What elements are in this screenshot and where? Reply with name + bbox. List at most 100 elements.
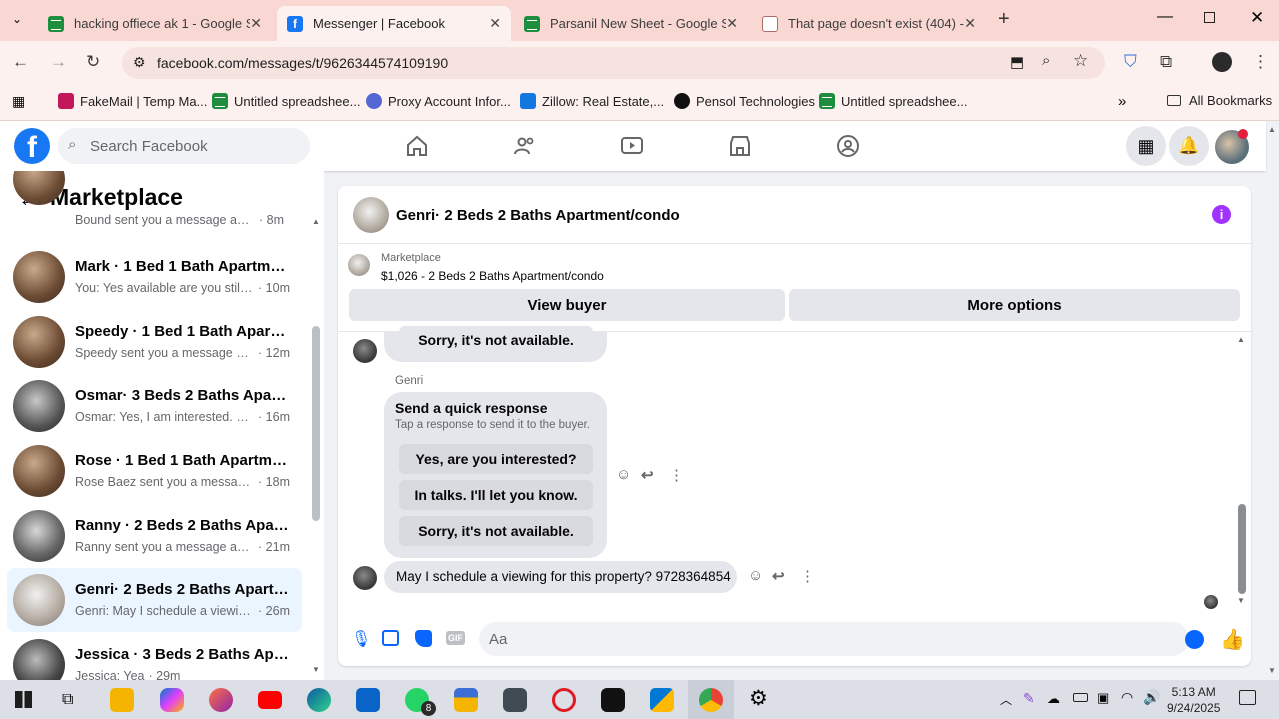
- more-icon[interactable]: ⋮: [800, 567, 815, 585]
- scroll-up-icon[interactable]: ▲: [1237, 335, 1245, 344]
- bookmark-fakemail[interactable]: FakeMail | Temp Ma...: [58, 93, 207, 109]
- bookmark-spreadsheet-2[interactable]: Untitled spreadshee...: [819, 93, 967, 109]
- close-icon[interactable]: ✕: [964, 15, 976, 32]
- scroll-down-icon[interactable]: ▼: [1237, 596, 1245, 605]
- page-scroll-down-icon[interactable]: ▼: [1268, 666, 1276, 675]
- menu-grid-button[interactable]: ▦: [1126, 126, 1166, 166]
- microphone-icon[interactable]: 🎙: [351, 629, 371, 649]
- conversation-item[interactable]: Bound sent you a message about ... · 8m: [7, 171, 302, 237]
- menu-icon[interactable]: ⋮: [1252, 52, 1269, 72]
- zoom-icon[interactable]: ⌕: [1042, 52, 1050, 69]
- conversation-item[interactable]: Ranny · 2 Beds 2 Baths Apartme... Ranny …: [7, 504, 302, 568]
- wifi-icon[interactable]: ◠: [1121, 689, 1133, 706]
- emoji-icon[interactable]: [1185, 630, 1204, 649]
- address-bar[interactable]: ⚙ facebook.com/messages/t/96263445741091…: [122, 47, 1105, 79]
- close-window-icon[interactable]: ✕: [1250, 8, 1264, 28]
- all-bookmarks-button[interactable]: All Bookmarks: [1167, 93, 1272, 108]
- onedrive-icon[interactable]: ☁: [1047, 691, 1060, 707]
- chat-listing-thumbnail[interactable]: [353, 197, 389, 233]
- reload-icon[interactable]: ↻: [86, 52, 100, 72]
- outlook-icon[interactable]: [356, 688, 380, 712]
- react-icon[interactable]: ☺: [616, 466, 631, 483]
- conversation-item-selected[interactable]: Genri· 2 Beds 2 Baths Apartmen... Genri:…: [7, 568, 302, 632]
- scroll-up-icon[interactable]: ▲: [312, 217, 320, 226]
- youtube-icon[interactable]: [258, 691, 282, 709]
- forward-icon[interactable]: →: [50, 52, 67, 72]
- close-icon[interactable]: ✕: [250, 15, 262, 32]
- edge-icon[interactable]: [307, 688, 331, 712]
- install-app-icon[interactable]: ⬒: [1010, 53, 1024, 71]
- pen-icon[interactable]: ✎: [1023, 690, 1035, 707]
- browser-tab-sheets-2[interactable]: Parsanil New Sheet - Google Sheets ✕: [514, 6, 748, 41]
- notification-center-icon[interactable]: [1239, 690, 1256, 705]
- quick-reply-button[interactable]: Yes, are you interested?: [399, 444, 593, 474]
- video-icon[interactable]: [620, 134, 644, 158]
- tiktok-icon[interactable]: [601, 688, 625, 712]
- opera-icon[interactable]: [552, 688, 576, 712]
- conversation-item[interactable]: Speedy · 1 Bed 1 Bath Apartmen... Speedy…: [7, 310, 302, 374]
- view-buyer-button[interactable]: View buyer: [349, 289, 785, 321]
- facebook-logo[interactable]: f: [14, 128, 50, 164]
- more-bookmarks-icon[interactable]: »: [1118, 93, 1126, 110]
- gif-icon[interactable]: GIF: [446, 631, 465, 645]
- restore-icon[interactable]: [1204, 12, 1215, 23]
- react-icon[interactable]: ☺: [748, 567, 763, 584]
- conversation-item[interactable]: Mark · 1 Bed 1 Bath Apartment/... You: Y…: [7, 245, 302, 309]
- start-icon[interactable]: [15, 691, 32, 708]
- bookmark-zillow[interactable]: Zillow: Real Estate,...: [520, 93, 664, 109]
- bookmark-spreadsheet-1[interactable]: Untitled spreadshee...: [212, 93, 360, 109]
- more-options-button[interactable]: More options: [789, 289, 1240, 321]
- task-view-icon[interactable]: ⧉: [62, 691, 73, 709]
- conversation-item[interactable]: Rose · 1 Bed 1 Bath Apartment/c... Rose …: [7, 439, 302, 503]
- scroll-down-icon[interactable]: ▼: [312, 665, 320, 674]
- medal-icon[interactable]: [454, 688, 478, 712]
- browser-tab-404[interactable]: That page doesn't exist (404) - Facebook…: [752, 6, 986, 41]
- copilot-icon[interactable]: [160, 688, 184, 712]
- battery-icon[interactable]: [1073, 693, 1088, 702]
- search-input[interactable]: ⌕ Search Facebook: [58, 128, 310, 164]
- apps-grid-icon[interactable]: ▦: [12, 93, 25, 110]
- groups-icon[interactable]: [836, 134, 860, 158]
- taskbar-clock[interactable]: 5:13 AM 9/24/2025: [1167, 684, 1220, 716]
- file-explorer-icon[interactable]: [110, 688, 134, 712]
- sticker-icon[interactable]: [415, 630, 432, 647]
- volume-icon[interactable]: 🔊: [1143, 689, 1160, 706]
- device-icon[interactable]: ▣: [1097, 690, 1109, 706]
- browser-tab-messenger[interactable]: f Messenger | Facebook ✕: [277, 6, 511, 41]
- chrome-icon[interactable]: [699, 688, 723, 712]
- reply-icon[interactable]: ↩: [641, 466, 654, 484]
- tray-overflow-icon[interactable]: ︿: [1000, 691, 1012, 708]
- photo-icon[interactable]: [382, 630, 399, 646]
- settings-icon[interactable]: ⚙: [749, 686, 768, 711]
- chat-title[interactable]: Genri· 2 Beds 2 Baths Apartment/condo: [396, 207, 680, 224]
- sidebar-scrollbar[interactable]: [312, 326, 320, 521]
- minimize-icon[interactable]: —: [1157, 8, 1173, 26]
- browser-tab-sheets-1[interactable]: hacking offiece ak 1 - Google Sheets ✕: [38, 6, 272, 41]
- info-icon[interactable]: i: [1212, 205, 1231, 224]
- conversation-item[interactable]: Osmar· 3 Beds 2 Baths Apartme... Osmar: …: [7, 374, 302, 438]
- bookmark-star-icon[interactable]: ☆: [1073, 51, 1088, 71]
- bookmark-pensol[interactable]: Pensol Technologies: [674, 93, 815, 109]
- app-dark-icon[interactable]: [503, 688, 527, 712]
- extensions-icon[interactable]: ⧉: [1160, 52, 1172, 72]
- message-input[interactable]: Aa: [479, 622, 1204, 656]
- friends-icon[interactable]: [513, 134, 537, 158]
- marketplace-icon[interactable]: [728, 134, 752, 158]
- quick-reply-button[interactable]: In talks. I'll let you know.: [399, 480, 593, 510]
- back-icon[interactable]: ←: [12, 52, 29, 72]
- home-icon[interactable]: [405, 134, 429, 158]
- close-icon[interactable]: ✕: [489, 15, 501, 32]
- store-icon[interactable]: [650, 688, 674, 712]
- thumbs-up-icon[interactable]: 👍: [1220, 627, 1245, 652]
- tab-search-dropdown-icon[interactable]: ⌄: [12, 12, 22, 26]
- notifications-button[interactable]: 🔔: [1169, 126, 1209, 166]
- profile-avatar[interactable]: [1212, 52, 1232, 72]
- site-info-icon[interactable]: ⚙: [133, 54, 146, 71]
- conversation-item[interactable]: Jessica · 3 Beds 2 Baths Apartm... Jessi…: [7, 633, 302, 680]
- bookmark-proxy[interactable]: Proxy Account Infor...: [366, 93, 511, 109]
- close-icon[interactable]: ✕: [726, 15, 738, 32]
- brave-shield-icon[interactable]: ⛉: [1124, 52, 1137, 72]
- more-icon[interactable]: ⋮: [669, 466, 684, 484]
- chat-scrollbar[interactable]: [1238, 504, 1246, 594]
- reply-icon[interactable]: ↩: [772, 567, 785, 585]
